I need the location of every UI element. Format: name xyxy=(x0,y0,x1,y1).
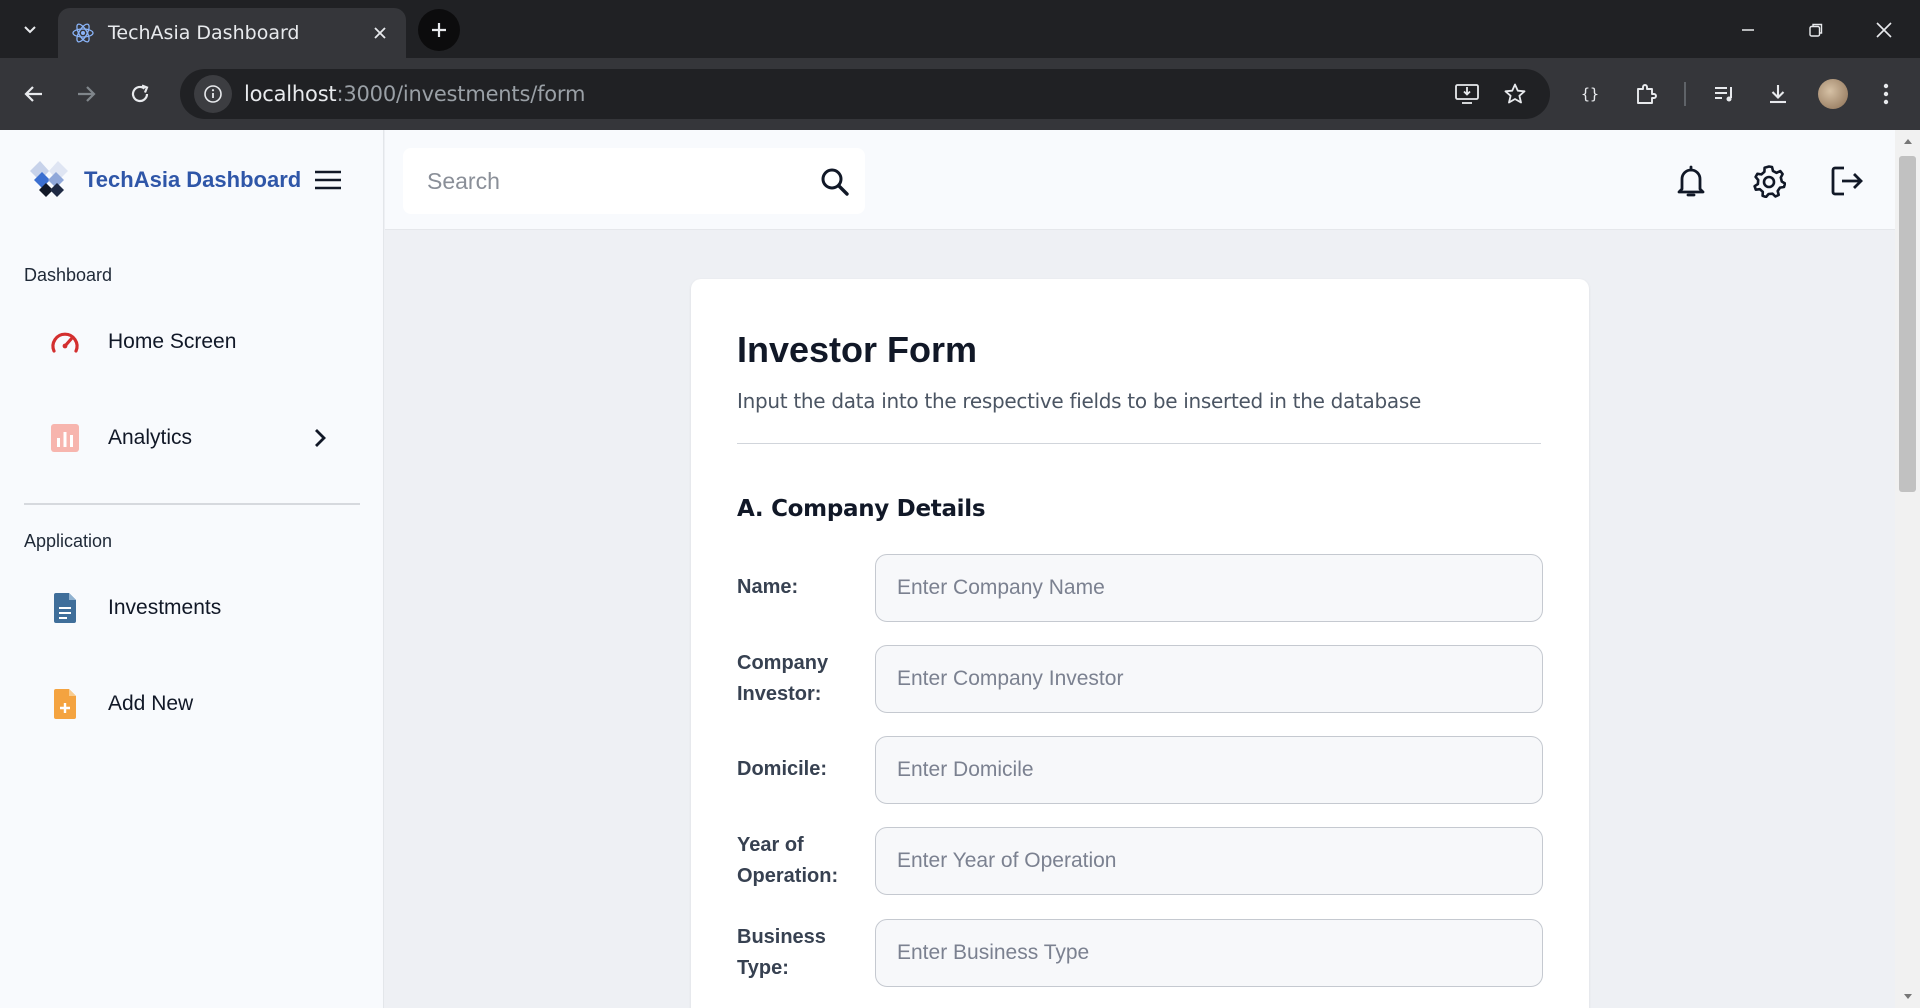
browser-toolbar: localhost:3000/investments/form {} xyxy=(0,58,1920,130)
field-label-text: Operation: xyxy=(737,865,839,887)
close-tab-icon[interactable] xyxy=(368,21,392,45)
close-icon xyxy=(1876,22,1892,38)
close-window-button[interactable] xyxy=(1860,10,1908,50)
document-icon xyxy=(48,591,82,625)
card-divider xyxy=(737,443,1541,444)
sidebar-item-label: Investments xyxy=(108,596,222,619)
tab-title: TechAsia Dashboard xyxy=(108,22,300,44)
downloads-icon[interactable] xyxy=(1758,74,1798,114)
logout-icon[interactable] xyxy=(1828,162,1866,200)
company-name-input[interactable] xyxy=(875,554,1543,622)
more-menu-icon[interactable] xyxy=(1866,74,1906,114)
sidebar-item-label: Add New xyxy=(108,692,194,715)
browser-chrome: TechAsia Dashboard localhost:3000/invest… xyxy=(0,0,1920,130)
field-label-text: Type: xyxy=(737,957,789,979)
site-info-icon[interactable] xyxy=(194,75,232,113)
sidebar-item-investments[interactable]: Investments xyxy=(24,578,360,638)
plus-icon xyxy=(432,23,446,37)
form-row-business-type: Business Type: xyxy=(737,919,1543,987)
field-label-text: Business xyxy=(737,926,826,948)
reload-button[interactable] xyxy=(120,74,160,114)
menu-toggle-button[interactable] xyxy=(312,164,344,196)
form-row-name: Name: xyxy=(737,554,1543,622)
domicile-input[interactable] xyxy=(875,736,1543,804)
profile-avatar[interactable] xyxy=(1818,79,1848,109)
restore-icon xyxy=(1809,23,1823,37)
section-label-dashboard: Dashboard xyxy=(24,265,113,285)
chevron-down-icon xyxy=(24,26,36,34)
forward-button[interactable] xyxy=(66,74,106,114)
sidebar: TechAsia Dashboard Dashboard Home Screen… xyxy=(0,130,384,1008)
minimize-icon xyxy=(1742,29,1754,31)
section-title: A. Company Details xyxy=(737,496,986,522)
company-investor-input[interactable] xyxy=(875,645,1543,713)
search-icon[interactable] xyxy=(817,164,853,200)
tab-search-button[interactable] xyxy=(14,14,46,46)
bar-chart-icon xyxy=(48,421,82,455)
year-of-operation-input[interactable] xyxy=(875,827,1543,895)
sidebar-item-analytics[interactable]: Analytics xyxy=(24,408,360,468)
minimize-button[interactable] xyxy=(1724,10,1772,50)
form-row-domicile: Domicile: xyxy=(737,736,1543,804)
bookmark-star-icon[interactable] xyxy=(1500,79,1530,109)
bell-icon[interactable] xyxy=(1672,162,1710,200)
field-label-text: Investor: xyxy=(737,683,822,705)
url-host: localhost xyxy=(244,82,337,106)
page-subtitle: Input the data into the respective field… xyxy=(737,389,1421,413)
field-label-text: Domicile: xyxy=(737,758,828,780)
tab-strip: TechAsia Dashboard xyxy=(0,0,1920,58)
json-viewer-extension-icon[interactable]: {} xyxy=(1570,74,1610,114)
field-label-text: Year of xyxy=(737,834,804,856)
browser-tab[interactable]: TechAsia Dashboard xyxy=(58,8,406,58)
hamburger-icon xyxy=(315,170,341,190)
form-row-year-of-operation: Year of Operation: xyxy=(737,827,1543,895)
section-label-application: Application xyxy=(24,531,113,551)
scroll-down-arrow-icon[interactable] xyxy=(1901,990,1914,1003)
field-label-text: Name: xyxy=(737,576,799,598)
field-label: Company Investor: xyxy=(737,648,857,710)
search-input[interactable] xyxy=(427,167,807,195)
sidebar-item-home-screen[interactable]: Home Screen xyxy=(24,312,360,372)
investor-form-card: Investor Form Input the data into the re… xyxy=(691,279,1589,1008)
restore-button[interactable] xyxy=(1792,10,1840,50)
field-label: Domicile: xyxy=(737,754,857,785)
address-bar[interactable]: localhost:3000/investments/form xyxy=(180,69,1550,119)
sidebar-divider xyxy=(24,503,360,505)
sidebar-item-label: Home Screen xyxy=(108,330,237,353)
reload-icon xyxy=(131,84,149,103)
arrow-left-icon xyxy=(24,86,42,102)
url-text: localhost:3000/investments/form xyxy=(244,82,585,106)
sidebar-item-add-new[interactable]: Add New xyxy=(24,674,360,734)
scrollbar-thumb[interactable] xyxy=(1899,156,1916,492)
page-viewport: TechAsia Dashboard Dashboard Home Screen… xyxy=(0,130,1920,1008)
media-controls-icon[interactable] xyxy=(1704,74,1744,114)
url-path: :3000/investments/form xyxy=(336,82,586,106)
techasia-logo-icon xyxy=(30,161,68,197)
brand-name: TechAsia Dashboard xyxy=(84,167,302,192)
sidebar-item-label: Analytics xyxy=(108,426,193,449)
field-label-text: Company xyxy=(737,652,829,674)
topbar xyxy=(385,130,1895,230)
form-row-company-investor: Company Investor: xyxy=(737,645,1543,713)
field-label: Name: xyxy=(737,572,857,603)
gear-icon[interactable] xyxy=(1750,162,1788,200)
install-app-icon[interactable] xyxy=(1452,79,1482,109)
new-tab-button[interactable] xyxy=(418,9,460,51)
file-add-icon xyxy=(48,687,82,721)
search-box xyxy=(403,148,865,214)
back-button[interactable] xyxy=(14,74,54,114)
page-title: Investor Form xyxy=(737,329,978,370)
chevron-right-icon[interactable] xyxy=(308,426,332,450)
field-label: Business Type: xyxy=(737,922,857,984)
field-label: Year of Operation: xyxy=(737,830,857,892)
react-icon xyxy=(72,22,94,44)
toolbar-separator xyxy=(1684,82,1686,106)
extensions-puzzle-icon[interactable] xyxy=(1626,74,1666,114)
gauge-icon xyxy=(48,325,82,359)
business-type-input[interactable] xyxy=(875,919,1543,987)
page-scrollbar[interactable] xyxy=(1895,130,1920,1008)
scroll-up-arrow-icon[interactable] xyxy=(1901,134,1914,147)
arrow-right-icon xyxy=(78,86,96,102)
